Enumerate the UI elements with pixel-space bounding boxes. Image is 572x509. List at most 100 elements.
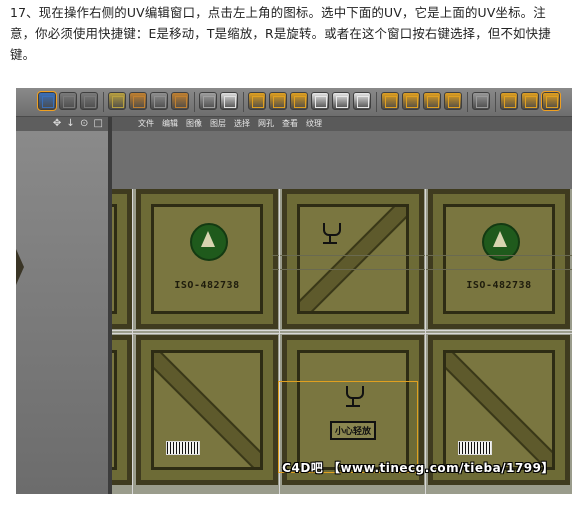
crate-panel	[443, 350, 555, 470]
uv-grid-a-icon[interactable]	[381, 92, 399, 110]
uv-grid-b-icon[interactable]	[402, 92, 420, 110]
crate-panel: ISO-482738	[443, 204, 555, 314]
crate-tile	[112, 189, 132, 329]
cinema4d-screenshot: ✥ ↓ ⊙ □ 文件 编辑 图像 图层 选择 网孔 查看 纹理 ISO-4827…	[16, 88, 572, 494]
crate-panel	[112, 350, 117, 470]
viewport-nav-icons[interactable]: ✥ ↓ ⊙ □	[53, 118, 104, 129]
crate-object[interactable]	[16, 249, 24, 285]
menu-file[interactable]: 文件	[138, 118, 154, 129]
menu-view[interactable]: 查看	[282, 118, 298, 129]
edge-select-a-icon[interactable]	[248, 92, 266, 110]
3d-viewport[interactable]	[16, 131, 108, 494]
crate-panel	[151, 350, 263, 470]
toolbar-separator	[376, 92, 377, 112]
crate-texture-canvas[interactable]: ISO-482738 ISO-482738 小心轻放	[112, 189, 572, 494]
main-toolbar	[16, 88, 572, 117]
uv-grid-d-glyph	[448, 96, 460, 108]
gear-c-glyph	[546, 96, 558, 108]
edge-select-b-icon[interactable]	[269, 92, 287, 110]
glass-base	[322, 242, 337, 245]
gear-c-icon[interactable]	[541, 91, 561, 111]
iso-label: ISO-482738	[174, 279, 240, 291]
glass-cup	[322, 223, 341, 237]
uv-grid-d-icon[interactable]	[444, 92, 462, 110]
checker-mode-glyph	[175, 96, 187, 108]
grid-glyph	[154, 96, 166, 108]
edge-select-a-glyph	[252, 96, 264, 108]
cross-a-glyph	[315, 96, 327, 108]
cross-c-glyph	[357, 96, 369, 108]
uv-point-mode-icon[interactable]	[37, 91, 57, 111]
menu-layer[interactable]: 图层	[210, 118, 226, 129]
gear-b-icon[interactable]	[521, 92, 539, 110]
uv-edge	[272, 255, 572, 256]
viewport-header: ✥ ↓ ⊙ □	[16, 117, 108, 131]
menu-mesh[interactable]: 网孔	[258, 118, 274, 129]
uv-poly-mode-glyph	[84, 96, 96, 108]
gear-a-icon[interactable]	[500, 92, 518, 110]
crate-panel: ISO-482738	[151, 204, 263, 314]
crate-tile	[112, 335, 132, 485]
tutorial-caption: 17、现在操作右侧的UV编辑窗口，点击左上角的图标。选中下面的UV，它是上面的U…	[10, 5, 551, 62]
uv-edge	[425, 189, 426, 494]
menu-select[interactable]: 选择	[234, 118, 250, 129]
uv-grid-b-glyph	[406, 96, 418, 108]
uv-edge	[132, 189, 133, 494]
checker-icon[interactable]	[129, 92, 147, 110]
uv-close-icon[interactable]	[220, 92, 238, 110]
edge-select-b-glyph	[273, 96, 285, 108]
barcode-icon	[166, 441, 200, 455]
checker-mode-icon[interactable]	[171, 92, 189, 110]
uv-edge	[272, 269, 572, 270]
transform-glyph	[476, 96, 488, 108]
checker-glyph	[133, 96, 145, 108]
uv-grid-c-icon[interactable]	[423, 92, 441, 110]
grid-select-glyph	[203, 96, 215, 108]
grid-icon[interactable]	[150, 92, 168, 110]
grid-select-icon[interactable]	[199, 92, 217, 110]
uv-grid-a-glyph	[385, 96, 397, 108]
toolbar-separator	[194, 92, 195, 112]
texture-mode-icon[interactable]	[108, 92, 126, 110]
uv-close-glyph	[224, 96, 236, 108]
glass-stem	[328, 234, 331, 243]
texture-mode-glyph	[112, 96, 124, 108]
toolbar-separator	[495, 92, 496, 112]
uv-edge	[112, 330, 572, 331]
crate-tile-diagonal	[136, 335, 278, 485]
viewport-panel: ✥ ↓ ⊙ □	[16, 117, 108, 494]
fragile-glass-icon	[319, 223, 341, 249]
uv-editor-window: 文件 编辑 图像 图层 选择 网孔 查看 纹理 ISO-482738 ISO-4…	[112, 117, 572, 494]
tree-seal-icon	[190, 223, 228, 262]
crate-diagonal-plank	[300, 207, 406, 311]
uv-edge-mode-icon[interactable]	[59, 92, 77, 110]
uv-grid-c-glyph	[427, 96, 439, 108]
crate-tile-diagonal	[282, 189, 424, 329]
edge-select-c-icon[interactable]	[290, 92, 308, 110]
uv-point-mode-glyph	[42, 96, 54, 108]
uv-canvas-top[interactable]	[112, 131, 572, 189]
gear-a-glyph	[504, 96, 516, 108]
uv-poly-mode-icon[interactable]	[80, 92, 98, 110]
toolbar-separator	[467, 92, 468, 112]
barcode-icon	[458, 441, 492, 455]
edge-select-c-glyph	[294, 96, 306, 108]
uv-edge-mode-glyph	[63, 96, 75, 108]
toolbar-separator	[103, 92, 104, 112]
cross-a-icon[interactable]	[311, 92, 329, 110]
menu-edit[interactable]: 编辑	[162, 118, 178, 129]
cross-c-icon[interactable]	[353, 92, 371, 110]
menu-texture[interactable]: 纹理	[306, 118, 322, 129]
transform-icon[interactable]	[472, 92, 490, 110]
crate-tile-seal: ISO-482738	[428, 189, 570, 329]
menu-image[interactable]: 图像	[186, 118, 202, 129]
uv-menubar: 文件 编辑 图像 图层 选择 网孔 查看 纹理	[112, 117, 572, 131]
gear-b-glyph	[525, 96, 537, 108]
crate-tile-seal: ISO-482738	[136, 189, 278, 329]
uv-edge	[112, 333, 572, 334]
crate-panel	[297, 204, 409, 314]
toolbar-separator	[243, 92, 244, 112]
cross-b-icon[interactable]	[332, 92, 350, 110]
cross-b-glyph	[336, 96, 348, 108]
site-watermark: C4D吧 【www.tinecg.com/tieba/1799】	[282, 461, 554, 475]
